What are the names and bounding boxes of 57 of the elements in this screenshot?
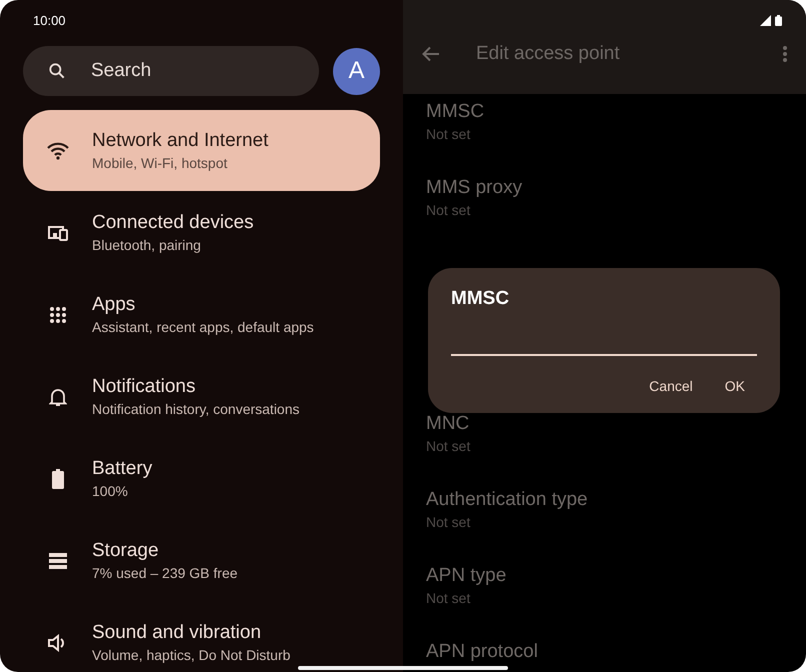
item-subtitle: Mobile, Wi-Fi, hotspot bbox=[92, 155, 228, 171]
field-value: Not set bbox=[426, 514, 472, 530]
search-field[interactable]: Search bbox=[23, 46, 319, 96]
battery-icon bbox=[52, 468, 64, 488]
item-subtitle: Volume, haptics, Do Not Disturb bbox=[92, 647, 290, 663]
settings-item[interactable]: Network and Internet Mobile, Wi-Fi, hotspot bbox=[23, 110, 380, 191]
search-input[interactable]: Search bbox=[91, 60, 291, 82]
settings-item[interactable]: Sound and vibration Volume, haptics, Do Not Disturb bbox=[23, 602, 380, 672]
setting-row[interactable]: MMSC Not set bbox=[426, 99, 806, 175]
devices-icon bbox=[46, 224, 68, 242]
avatar[interactable]: A bbox=[333, 48, 380, 94]
status-time: 10:00 bbox=[33, 12, 66, 28]
settings-item[interactable]: Connected devices Bluetooth, pairing bbox=[23, 192, 380, 273]
settings-item[interactable]: Apps Assistant, recent apps, default apps bbox=[23, 274, 380, 355]
field-label: MMSC bbox=[426, 101, 486, 123]
settings-item[interactable]: Notifications Notification history, conversations bbox=[23, 356, 380, 437]
field-label: MMS proxy bbox=[426, 177, 524, 199]
setting-row[interactable]: APN protocol bbox=[426, 639, 806, 672]
item-subtitle: Notification history, conversations bbox=[92, 401, 300, 417]
dialog-button[interactable]: Cancel bbox=[637, 370, 705, 402]
field-value: Not set bbox=[426, 126, 472, 142]
bell-icon bbox=[48, 386, 66, 406]
item-title: Storage bbox=[92, 540, 160, 562]
field-label: Authentication type bbox=[426, 489, 589, 511]
apps-grid-icon bbox=[48, 306, 66, 324]
settings-item[interactable]: Battery 100% bbox=[23, 438, 380, 519]
setting-row[interactable]: MMS proxy Not set bbox=[426, 175, 806, 251]
field-label: MNC bbox=[426, 413, 470, 435]
field-label: APN protocol bbox=[426, 641, 539, 663]
item-title: Sound and vibration bbox=[92, 622, 262, 644]
item-title: Connected devices bbox=[92, 212, 254, 234]
field-label: APN type bbox=[426, 565, 508, 587]
search-icon bbox=[47, 61, 67, 81]
item-subtitle: 100% bbox=[92, 483, 129, 499]
signal-icon bbox=[760, 14, 771, 26]
wifi-icon bbox=[46, 142, 68, 160]
field-value: Not set bbox=[426, 438, 472, 454]
item-title: Notifications bbox=[92, 376, 196, 398]
item-title: Battery bbox=[92, 458, 152, 480]
more-options-icon[interactable] bbox=[782, 45, 788, 63]
dialog-title: MMSC bbox=[451, 288, 510, 310]
field-value: Not set bbox=[426, 202, 472, 218]
dialog-button[interactable]: OK bbox=[712, 370, 757, 402]
item-title: Network and Internet bbox=[92, 130, 268, 152]
item-subtitle: Assistant, recent apps, default apps bbox=[92, 319, 314, 335]
back-arrow-icon[interactable] bbox=[422, 46, 440, 62]
setting-row[interactable]: MNC Not set bbox=[426, 411, 806, 487]
item-title: Apps bbox=[92, 294, 136, 316]
app-bar-title: Edit access point bbox=[476, 43, 621, 65]
storage-icon bbox=[48, 552, 66, 568]
item-subtitle: Bluetooth, pairing bbox=[92, 237, 202, 253]
battery-icon bbox=[775, 14, 782, 26]
setting-row[interactable]: APN type Not set bbox=[426, 563, 806, 639]
setting-row[interactable]: Authentication type Not set bbox=[426, 487, 806, 563]
field-value: Not set bbox=[426, 590, 472, 606]
item-subtitle: 7% used – 239 GB free bbox=[92, 565, 238, 581]
settings-item[interactable]: Storage 7% used – 239 GB free bbox=[23, 520, 380, 601]
